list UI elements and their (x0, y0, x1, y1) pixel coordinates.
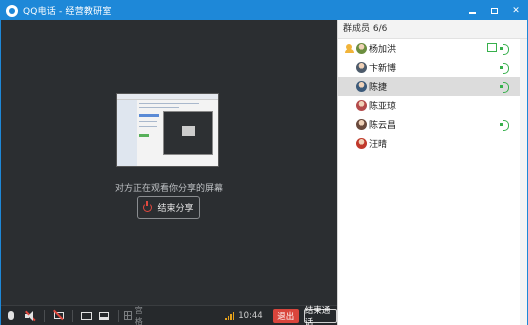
camera-button[interactable] (50, 306, 67, 325)
member-name: 陈捷 (369, 83, 388, 93)
thumb-line (139, 126, 157, 127)
share-view: 对方正在观看你分享的屏幕 结束分享 (1, 20, 337, 305)
avatar (356, 62, 367, 73)
voice-active-icon (500, 120, 509, 131)
avatar (356, 100, 367, 111)
members-header: 群成员 6/6 (338, 20, 527, 39)
thumb-line (139, 103, 199, 104)
call-duration: 10:44 (238, 310, 263, 321)
speaker-button[interactable] (20, 306, 39, 325)
member-row[interactable]: 陈云昌 (338, 115, 527, 134)
member-row[interactable]: 汪晴 (338, 134, 527, 153)
voice-active-icon (500, 82, 509, 93)
close-button[interactable]: ✕ (505, 1, 527, 20)
signal-strength-icon (225, 311, 235, 320)
thumb-line (139, 107, 179, 108)
members-panel: 群成员 6/6 杨加洪卞新博陈捷陈亚琼陈云昌汪晴 (337, 20, 527, 325)
voice-active-icon (500, 44, 509, 55)
grid-view-button[interactable]: 宫格 (123, 305, 148, 325)
toolbar-divider (118, 309, 119, 322)
grid-label: 宫格 (134, 305, 143, 325)
watching-status-text: 对方正在观看你分享的屏幕 (114, 184, 223, 194)
window-title: QQ电话 - 经营教研室 (23, 7, 112, 17)
microphone-icon (7, 311, 14, 320)
host-icon (345, 44, 354, 53)
title-bar[interactable]: QQ电话 - 经营教研室 ✕ (1, 1, 527, 20)
maximize-button[interactable] (483, 1, 505, 20)
toolbar-divider (44, 309, 46, 322)
quit-button[interactable]: 退出 (272, 308, 299, 323)
qq-call-window: QQ电话 - 经营教研室 ✕ 对方正在观看你分享的屏幕 结束分享 宫格 10:4… (0, 0, 528, 325)
camera-off-icon (53, 309, 64, 320)
voice-active-icon (500, 63, 509, 74)
screen-share-icon (81, 311, 93, 320)
thumb-green-mark (139, 134, 149, 137)
member-name: 卞新博 (369, 64, 397, 74)
avatar (356, 138, 367, 149)
power-icon (143, 201, 153, 212)
members-scrollbar[interactable] (520, 39, 527, 325)
screen-share-thumbnail[interactable] (116, 93, 219, 167)
avatar (356, 81, 367, 92)
maximize-icon (490, 7, 498, 14)
end-call-button[interactable]: 结束通话 (303, 306, 337, 325)
thumb-sidebar (117, 100, 137, 166)
member-row[interactable]: 陈捷 (338, 77, 527, 96)
member-row[interactable]: 卞新博 (338, 58, 527, 77)
end-share-button[interactable]: 结束分享 (137, 196, 200, 219)
thumb-line (139, 121, 157, 122)
qq-logo-icon (6, 4, 18, 17)
member-row[interactable]: 陈亚琼 (338, 96, 527, 115)
screen-sharing-icon (487, 43, 497, 52)
member-list: 杨加洪卞新博陈捷陈亚琼陈云昌汪晴 (338, 39, 527, 153)
avatar (356, 43, 367, 54)
minimize-button[interactable] (461, 1, 483, 20)
presentation-button[interactable] (96, 306, 113, 325)
member-name: 杨加洪 (369, 45, 397, 55)
presentation-icon (99, 311, 110, 320)
microphone-button[interactable] (1, 306, 20, 325)
share-screen-button[interactable] (78, 306, 95, 325)
minimize-icon (468, 11, 476, 14)
thumb-nested-screen (163, 111, 213, 155)
member-name: 陈云昌 (369, 121, 397, 131)
end-share-label: 结束分享 (157, 204, 194, 214)
close-icon: ✕ (512, 5, 520, 16)
speaker-muted-icon (24, 310, 36, 321)
toolbar-divider (72, 309, 74, 322)
grid-icon (123, 311, 132, 320)
member-name: 陈亚琼 (369, 102, 397, 112)
call-toolbar: 宫格 10:44 退出 结束通话 (1, 305, 337, 325)
avatar (356, 119, 367, 130)
window-controls: ✕ (461, 1, 527, 20)
thumb-highlight (139, 114, 159, 117)
member-row[interactable]: 杨加洪 (338, 39, 527, 58)
member-name: 汪晴 (369, 140, 388, 150)
